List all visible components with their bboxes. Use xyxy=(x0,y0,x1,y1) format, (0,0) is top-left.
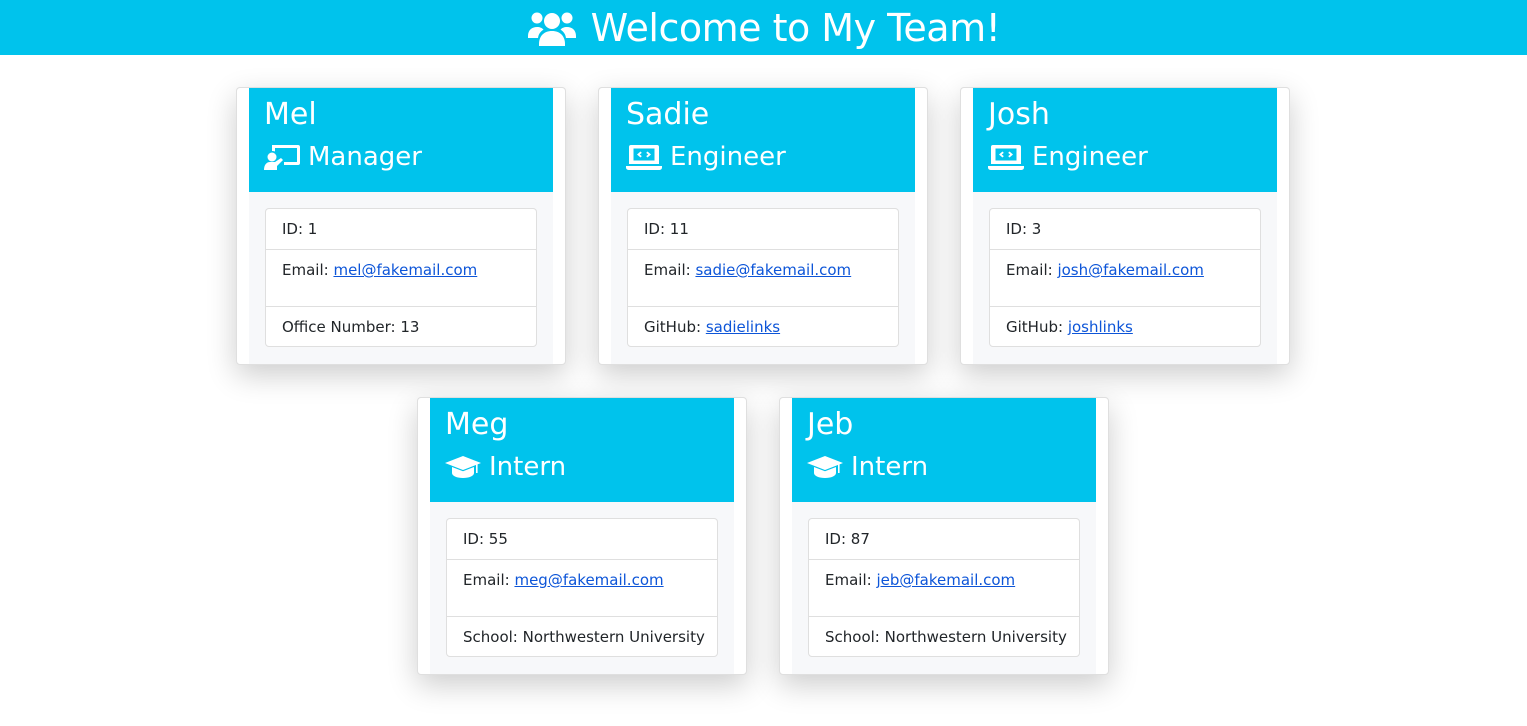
employee-role: Engineer xyxy=(988,141,1262,173)
employee-id: ID: 55 xyxy=(463,530,508,548)
github-link[interactable]: sadielinks xyxy=(706,318,780,336)
employee-id: ID: 11 xyxy=(644,220,689,238)
employee-name: Jeb xyxy=(807,407,854,442)
employee-details: ID: 3 Email: josh@fakemail.com GitHub: j… xyxy=(989,208,1261,347)
employee-role-label: Intern xyxy=(851,452,929,482)
chalkboard-teacher-icon xyxy=(264,145,300,170)
laptop-code-icon xyxy=(988,145,1024,170)
employee-email: Email: josh@fakemail.com xyxy=(990,249,1260,306)
employee-role: Intern xyxy=(807,451,1081,483)
employee-details: ID: 1 Email: mel@fakemail.com Office Num… xyxy=(265,208,537,347)
employee-card: Meg Intern ID: 55 Email: meg@fakemail.co… xyxy=(417,397,747,675)
employee-role-label: Intern xyxy=(489,452,567,482)
employee-id: ID: 1 xyxy=(282,220,318,238)
employee-github: GitHub: joshlinks xyxy=(990,306,1260,346)
employee-details: ID: 11 Email: sadie@fakemail.com GitHub:… xyxy=(627,208,899,347)
employee-id: ID: 87 xyxy=(825,530,870,548)
employee-school: School: Northwestern University xyxy=(809,616,1079,656)
card-header: Sadie Engineer xyxy=(611,88,915,192)
employee-email: Email: jeb@fakemail.com xyxy=(809,559,1079,616)
github-link[interactable]: joshlinks xyxy=(1068,318,1133,336)
employee-name: Josh xyxy=(988,97,1050,132)
card-header: Mel Manager xyxy=(249,88,553,192)
employee-email: Email: mel@fakemail.com xyxy=(266,249,536,306)
email-link[interactable]: mel@fakemail.com xyxy=(333,261,477,279)
employee-name: Sadie xyxy=(626,97,710,132)
employee-id: ID: 3 xyxy=(1006,220,1042,238)
laptop-code-icon xyxy=(626,145,662,170)
email-link[interactable]: sadie@fakemail.com xyxy=(695,261,851,279)
email-link[interactable]: meg@fakemail.com xyxy=(514,571,663,589)
employee-card: Josh Engineer ID: 3 Email: josh@fakemail… xyxy=(960,87,1290,365)
users-icon xyxy=(527,12,576,46)
card-header: Jeb Intern xyxy=(792,398,1096,502)
employee-name: Mel xyxy=(264,97,317,132)
employee-role: Manager xyxy=(264,141,538,173)
employee-email: Email: meg@fakemail.com xyxy=(447,559,717,616)
employee-details: ID: 55 Email: meg@fakemail.com School: N… xyxy=(446,518,718,657)
employee-school: School: Northwestern University xyxy=(447,616,717,656)
employee-email: Email: sadie@fakemail.com xyxy=(628,249,898,306)
employee-name: Meg xyxy=(445,407,509,442)
employee-role: Engineer xyxy=(626,141,900,173)
employee-role: Intern xyxy=(445,451,719,483)
employee-card: Jeb Intern ID: 87 Email: jeb@fakemail.co… xyxy=(779,397,1109,675)
email-link[interactable]: josh@fakemail.com xyxy=(1057,261,1203,279)
employee-role-label: Manager xyxy=(308,142,422,172)
card-header: Josh Engineer xyxy=(973,88,1277,192)
employee-role-label: Engineer xyxy=(1032,142,1148,172)
employee-github: GitHub: sadielinks xyxy=(628,306,898,346)
employee-office-number: Office Number: 13 xyxy=(266,306,536,346)
graduation-cap-icon xyxy=(445,456,481,478)
email-link[interactable]: jeb@fakemail.com xyxy=(876,571,1015,589)
employee-role-label: Engineer xyxy=(670,142,786,172)
page-title: Welcome to My Team! xyxy=(527,9,1001,47)
page-title-text: Welcome to My Team! xyxy=(590,5,1001,50)
employee-card: Sadie Engineer ID: 11 Email: sadie@fakem… xyxy=(598,87,928,365)
employee-card: Mel Manager ID: 1 Email: mel@fakemail.co… xyxy=(236,87,566,365)
page-header: Welcome to My Team! xyxy=(0,0,1527,55)
employee-details: ID: 87 Email: jeb@fakemail.com School: N… xyxy=(808,518,1080,657)
card-header: Meg Intern xyxy=(430,398,734,502)
graduation-cap-icon xyxy=(807,456,843,478)
